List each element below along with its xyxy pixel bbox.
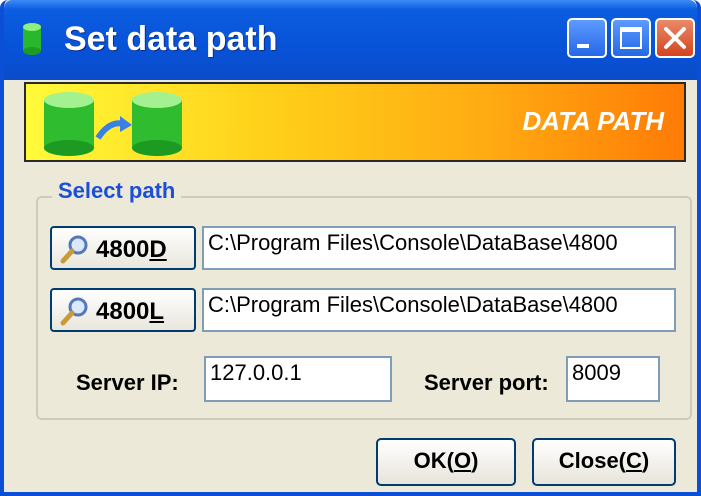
database-transfer-icon [44, 92, 182, 156]
close-button[interactable]: Close(C) [532, 438, 676, 486]
banner-title: DATA PATH [522, 106, 664, 136]
server-ip-input[interactable]: 127.0.0.1 [204, 356, 392, 402]
browse-4800l-label: 4800L [96, 298, 165, 325]
browse-4800d-label: 4800D [96, 236, 167, 263]
server-ip-label: Server IP: [76, 370, 179, 395]
browse-4800d-button[interactable]: 4800D [50, 226, 196, 270]
maximize-button[interactable] [611, 18, 651, 58]
path-4800l-input[interactable]: C:\Program Files\Console\DataBase\4800 [202, 288, 676, 332]
close-window-button[interactable] [655, 18, 695, 58]
maximize-icon [620, 27, 642, 49]
set-data-path-dialog: Set data path DATA PATH Select path 4800… [0, 0, 701, 496]
server-port-label: Server port: [424, 370, 549, 395]
ok-button[interactable]: OK(O) [376, 438, 516, 486]
minimize-button[interactable] [567, 18, 607, 58]
close-icon [664, 27, 686, 49]
server-port-input[interactable]: 8009 [566, 356, 660, 402]
path-4800d-input[interactable]: C:\Program Files\Console\DataBase\4800 [202, 226, 676, 270]
header-banner: DATA PATH [24, 82, 686, 162]
minimize-icon [577, 44, 589, 48]
window-title: Set data path [64, 20, 278, 58]
browse-4800l-button[interactable]: 4800L [50, 288, 196, 332]
select-path-legend: Select path [52, 178, 182, 204]
database-icon [23, 23, 41, 55]
magnifier-icon [60, 297, 88, 326]
magnifier-icon [60, 235, 88, 264]
title-bar[interactable]: Set data path [4, 0, 697, 80]
